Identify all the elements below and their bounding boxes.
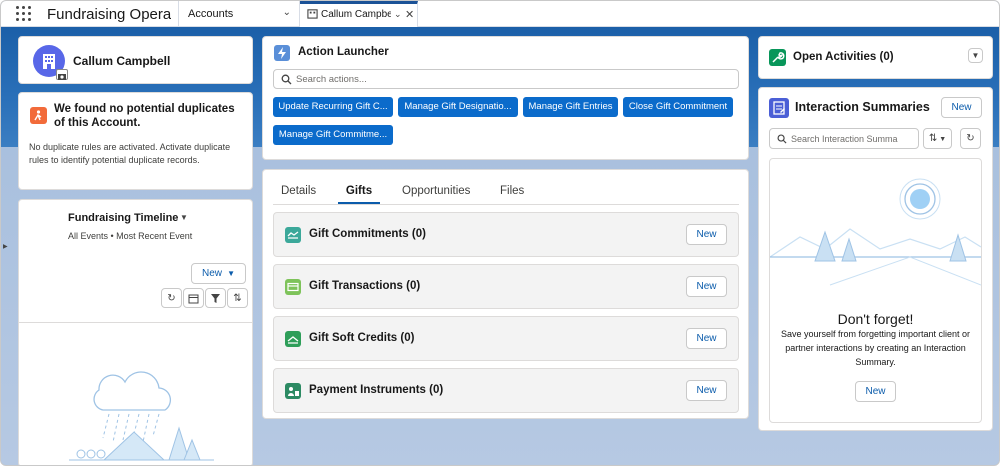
- action-button-manage-gift-entries[interactable]: Manage Gift Entries: [523, 97, 618, 117]
- related-list-gift-commitments: Gift Commitments (0) New: [273, 212, 739, 257]
- chevron-down-icon[interactable]: ⌄: [394, 9, 402, 20]
- gift-commitment-icon: [285, 227, 301, 243]
- empty-state-body: Save yourself from forgetting important …: [780, 329, 971, 367]
- interaction-summaries-new-button[interactable]: New: [941, 97, 982, 118]
- interaction-empty-state: Don't forget! Save yourself from forgett…: [769, 158, 982, 423]
- camera-icon[interactable]: [56, 69, 68, 80]
- interaction-summaries-card: Interaction Summaries New Search Interac…: [758, 87, 993, 431]
- chevron-down-icon: ▼: [971, 51, 980, 60]
- interaction-search-input[interactable]: Search Interaction Summa: [769, 128, 919, 149]
- filter-icon: [211, 294, 220, 303]
- timeline-divider: [19, 322, 252, 323]
- action-launcher-title: Action Launcher: [298, 46, 389, 58]
- related-list-title: Gift Transactions (0): [309, 280, 421, 292]
- tabs-divider: [273, 204, 739, 205]
- duplicates-body: No duplicate rules are activated. Activa…: [29, 142, 231, 165]
- search-icon: [281, 74, 292, 85]
- close-icon[interactable]: ✕: [405, 8, 414, 21]
- tab-opportunities[interactable]: Opportunities: [402, 185, 470, 197]
- tab-accounts-label: Accounts: [188, 8, 234, 20]
- tab-record[interactable]: Callum Campbell | ... ⌄ ✕: [300, 1, 418, 27]
- sort-icon: ⇅: [233, 293, 242, 304]
- gift-commitments-new-button[interactable]: New: [686, 224, 727, 245]
- duplicates-title: We found no potential duplicates of this…: [54, 103, 235, 129]
- tab-gifts[interactable]: Gifts: [338, 182, 380, 204]
- interaction-search-placeholder: Search Interaction Summa: [791, 134, 898, 144]
- gift-soft-credits-new-button[interactable]: New: [686, 328, 727, 349]
- mountain-illustration: [770, 178, 981, 286]
- chevron-down-icon: ▼: [937, 136, 947, 143]
- duplicate-rule-icon: [30, 107, 47, 124]
- action-button-close-gift-commitment[interactable]: Close Gift Commitment: [623, 97, 733, 117]
- related-list-payment-instruments: Payment Instruments (0) New: [273, 368, 739, 413]
- sort-button[interactable]: ⇅: [227, 288, 248, 308]
- tab-record-label: Callum Campbell | ...: [321, 9, 391, 20]
- payment-instruments-new-button[interactable]: New: [686, 380, 727, 401]
- related-list-gift-transactions: Gift Transactions (0) New: [273, 264, 739, 309]
- calendar-icon: [188, 294, 199, 304]
- action-search-input[interactable]: Search actions...: [273, 69, 739, 89]
- open-activities-title: Open Activities (0): [793, 51, 894, 63]
- filter-button[interactable]: [205, 288, 226, 308]
- refresh-icon: ↻: [167, 293, 176, 304]
- action-launcher-card: Action Launcher Search actions... Update…: [262, 36, 749, 160]
- wrench-icon: [769, 49, 786, 66]
- action-button-update-recurring-gift[interactable]: Update Recurring Gift C...: [273, 97, 393, 117]
- panel-handle-icon[interactable]: ▶: [3, 243, 8, 250]
- related-list-title: Gift Commitments (0): [309, 228, 426, 240]
- lightning-icon: [274, 45, 290, 61]
- related-list-title: Payment Instruments (0): [309, 384, 444, 396]
- chevron-down-icon[interactable]: ▼: [180, 213, 188, 222]
- top-nav: Fundraising Operati... Accounts ⌄ Callum…: [1, 1, 999, 27]
- sort-icon: ⇅: [928, 133, 938, 144]
- record-name: Callum Campbell: [73, 54, 171, 68]
- interaction-sort-button[interactable]: ⇅ ▼: [923, 128, 952, 149]
- search-icon: [777, 134, 787, 144]
- tab-details[interactable]: Details: [281, 185, 316, 197]
- chevron-down-icon[interactable]: ⌄: [283, 7, 291, 18]
- action-search-placeholder: Search actions...: [296, 74, 367, 85]
- open-activities-menu-button[interactable]: ▼: [968, 48, 983, 63]
- date-button[interactable]: [183, 288, 204, 308]
- refresh-icon: ↻: [966, 133, 975, 144]
- related-list-gift-soft-credits: Gift Soft Credits (0) New: [273, 316, 739, 361]
- app-frame: Fundraising Operati... Accounts ⌄ Callum…: [0, 0, 1000, 466]
- gift-soft-credit-icon: [285, 331, 301, 347]
- app-launcher-icon[interactable]: [16, 6, 32, 22]
- timeline-new-button[interactable]: New ▼: [191, 263, 246, 284]
- duplicates-card: We found no potential duplicates of this…: [18, 92, 253, 190]
- action-button-manage-gift-commitments[interactable]: Manage Gift Commitme...: [273, 125, 393, 145]
- open-activities-card: Open Activities (0) ▼: [758, 36, 993, 79]
- related-tabs-card: Details Gifts Opportunities Files Gift C…: [262, 169, 749, 419]
- timeline-title: Fundraising Timeline: [68, 212, 179, 224]
- chevron-down-icon: ▼: [227, 269, 235, 278]
- gift-transactions-new-button[interactable]: New: [686, 276, 727, 297]
- action-button-manage-gift-designations[interactable]: Manage Gift Designatio...: [398, 97, 518, 117]
- account-tab-icon: [307, 9, 318, 19]
- related-list-title: Gift Soft Credits (0): [309, 332, 415, 344]
- refresh-button[interactable]: ↻: [161, 288, 182, 308]
- payment-instrument-icon: [285, 383, 301, 399]
- interaction-summaries-title: Interaction Summaries: [795, 100, 930, 114]
- tab-accounts[interactable]: Accounts ⌄: [178, 1, 300, 27]
- interaction-summary-icon: [769, 98, 789, 118]
- interaction-refresh-button[interactable]: ↻: [960, 128, 981, 149]
- app-name: Fundraising Operati...: [47, 6, 171, 23]
- empty-state-new-button[interactable]: New: [855, 381, 896, 402]
- timeline-empty-illustration: [69, 371, 214, 461]
- gift-transaction-icon: [285, 279, 301, 295]
- tab-files[interactable]: Files: [500, 185, 524, 197]
- empty-state-title: Don't forget!: [837, 311, 914, 327]
- timeline-new-label: New: [202, 268, 223, 279]
- record-header: Callum Campbell: [18, 36, 253, 84]
- timeline-filter: All Events • Most Recent Event: [68, 231, 193, 241]
- fundraising-timeline-card: Fundraising Timeline ▼ All Events • Most…: [18, 199, 253, 465]
